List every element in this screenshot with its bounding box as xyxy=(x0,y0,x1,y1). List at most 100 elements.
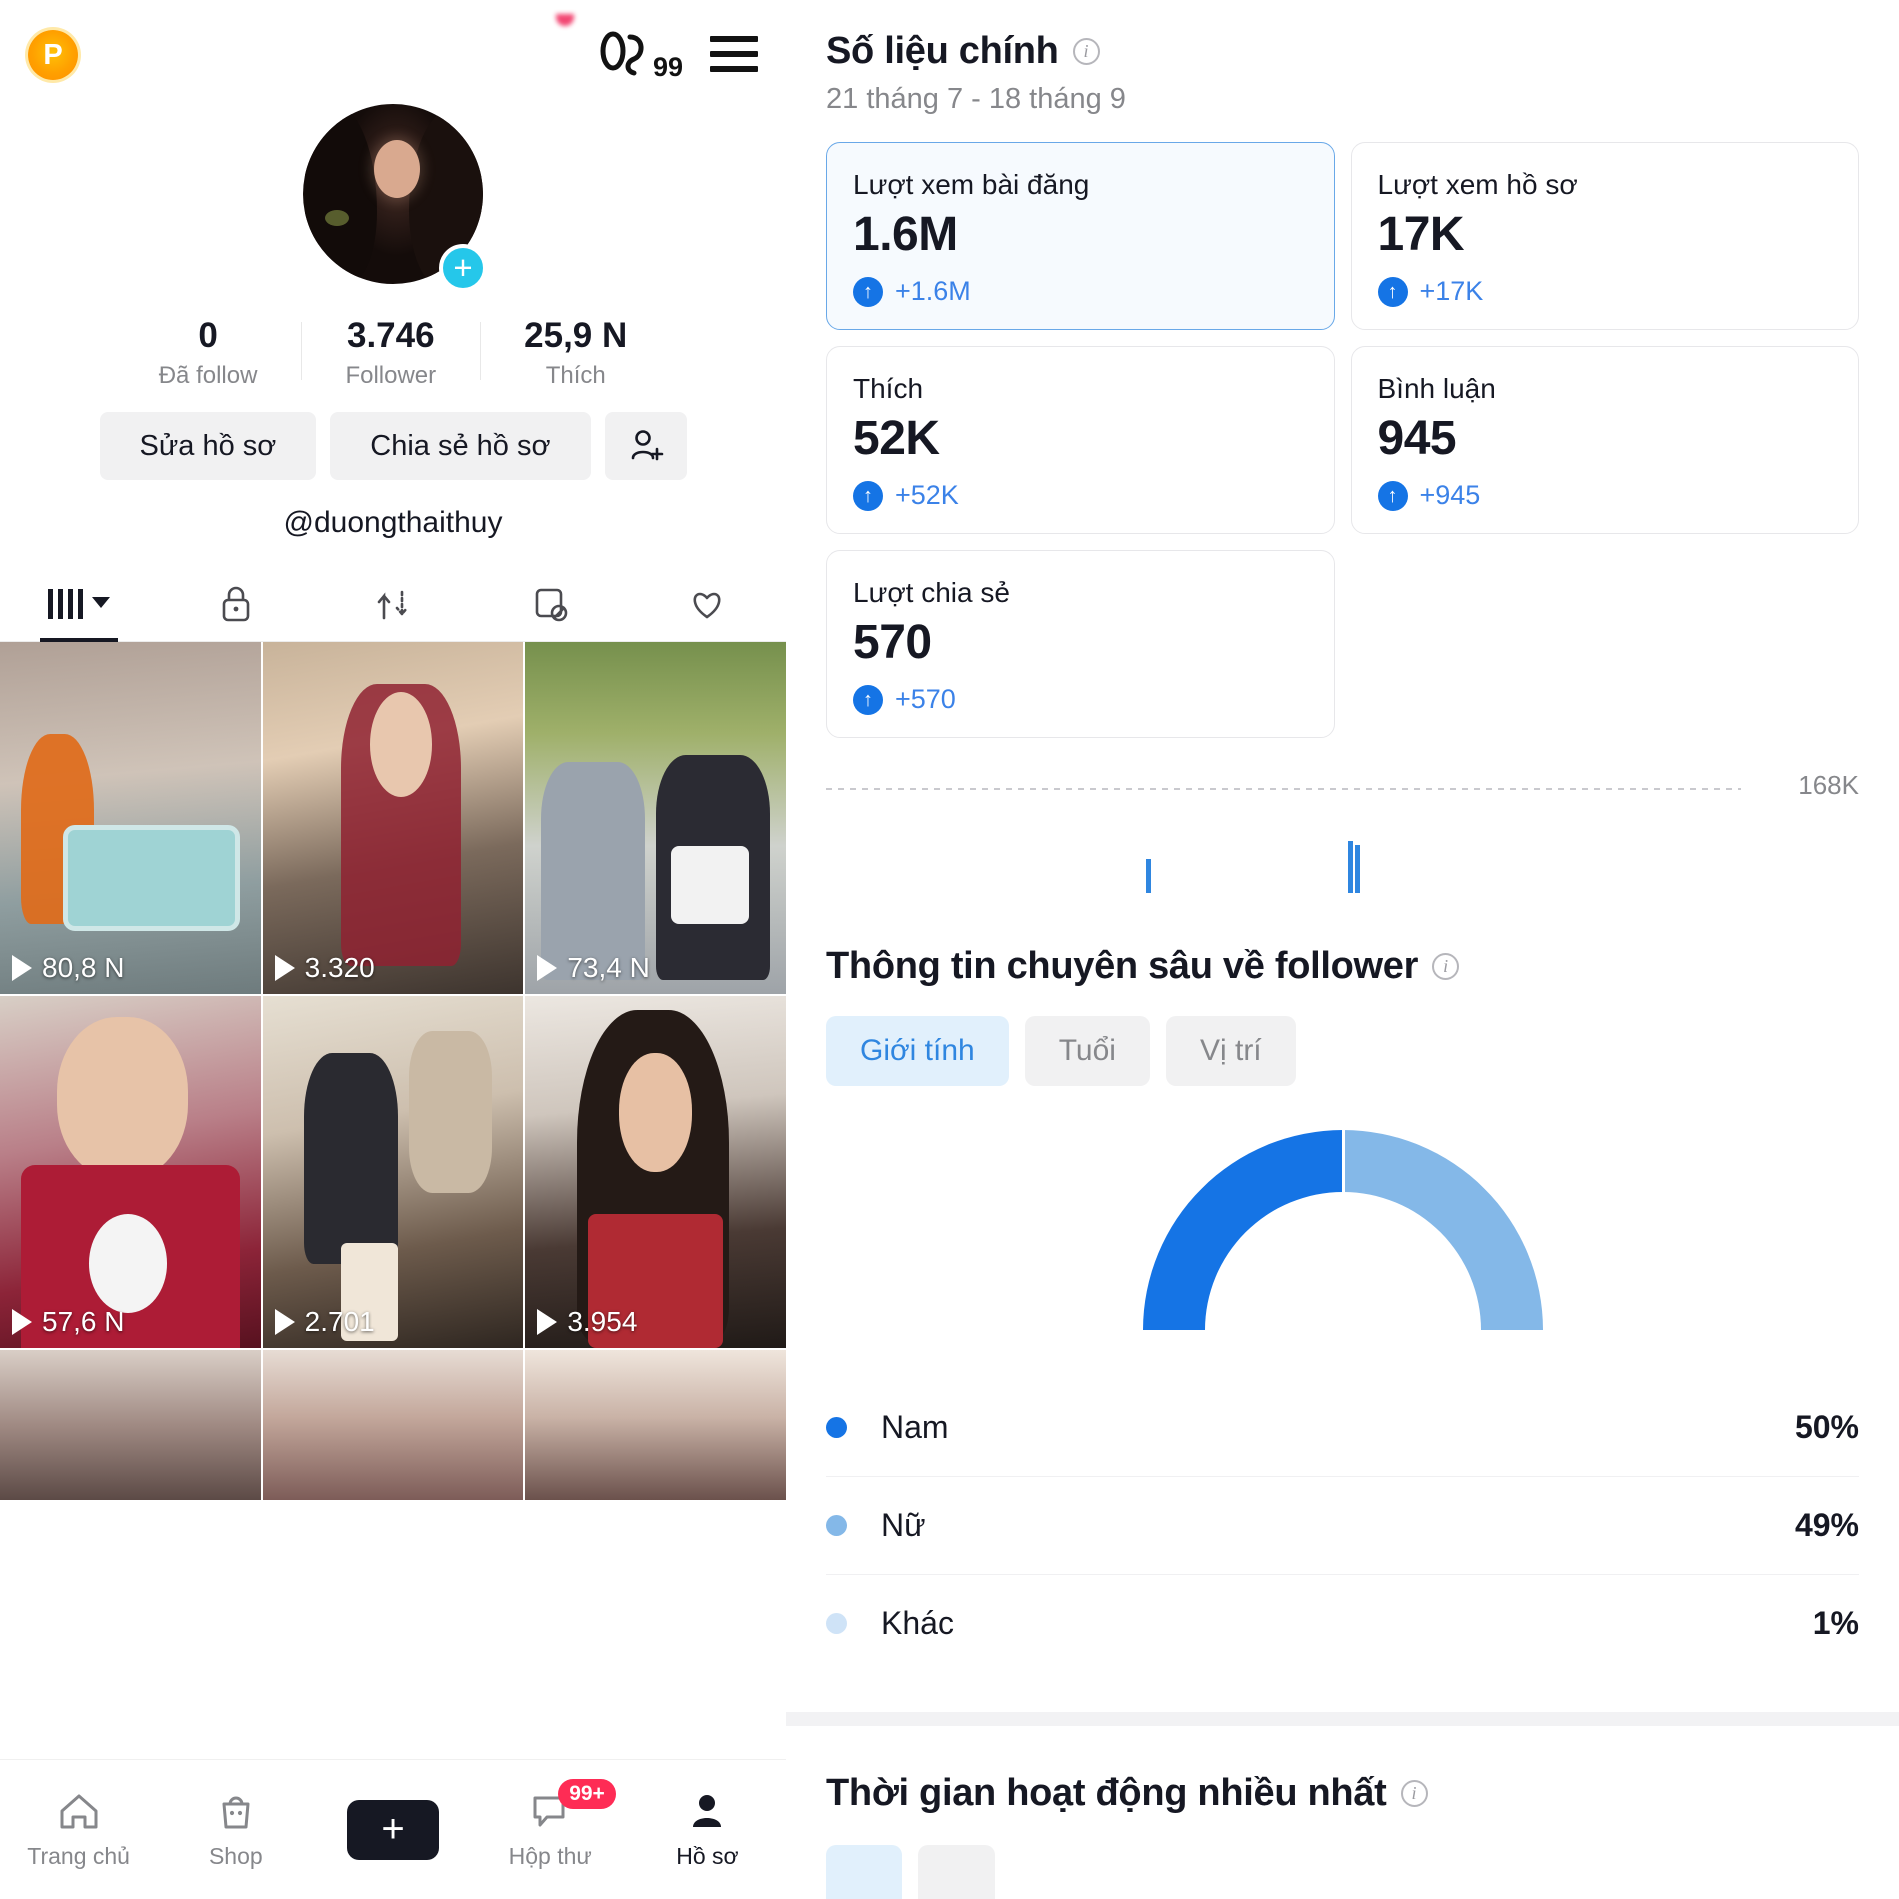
video-view-meta: 80,8 N xyxy=(12,952,125,984)
avatar-section: + xyxy=(0,104,786,292)
metric-card-comments[interactable]: Bình luận 945 ↑ +945 xyxy=(1350,346,1859,534)
legend-value: 50% xyxy=(1794,1409,1859,1445)
edit-profile-button[interactable]: Sửa hồ sơ xyxy=(99,412,317,481)
nav-item-shop[interactable]: Shop xyxy=(157,1789,314,1870)
metric-delta: ↑ +1.6M xyxy=(853,276,1308,307)
tab-reposts[interactable] xyxy=(314,566,471,641)
active-time-header: Thời gian hoạt động nhiều nhất i xyxy=(826,1772,1859,1815)
nav-item-create[interactable]: + xyxy=(314,1799,471,1860)
sparkline-max-label: 168K xyxy=(1798,770,1859,800)
tab-age[interactable]: Tuổi xyxy=(1024,1016,1150,1086)
stat-label: Thích xyxy=(545,362,606,390)
sparkline-max-gridline xyxy=(826,788,1741,790)
info-icon[interactable]: i xyxy=(1400,1780,1428,1807)
video-thumbnail[interactable] xyxy=(262,1350,524,1501)
sparkline-bar xyxy=(1355,845,1360,893)
stat-followers[interactable]: 3.746 Follower xyxy=(301,316,480,390)
tab-liked[interactable] xyxy=(629,566,786,641)
play-icon xyxy=(274,1309,295,1336)
metric-label: Thích xyxy=(853,373,924,404)
info-icon[interactable]: i xyxy=(1432,953,1460,980)
metric-value: 1.6M xyxy=(853,208,958,261)
sparkline-bar xyxy=(1146,859,1151,893)
video-thumbnail[interactable]: 2.701 xyxy=(262,996,524,1349)
home-icon xyxy=(60,1794,98,1829)
video-thumbnail[interactable]: 3.320 xyxy=(262,642,524,995)
play-icon xyxy=(12,1309,32,1336)
inbox-unread-badge: 99+ xyxy=(558,1779,616,1809)
footprint-counter[interactable]: 99 xyxy=(600,27,683,83)
metric-delta: ↑ +570 xyxy=(853,684,1308,715)
metric-label: Lượt xem hồ sơ xyxy=(1377,169,1578,200)
video-thumbnail[interactable]: 73,4 N xyxy=(525,642,786,995)
profile-person-icon xyxy=(693,1795,722,1827)
stat-likes[interactable]: 25,9 N Thích xyxy=(480,316,671,390)
stat-label: Follower xyxy=(345,362,437,390)
video-thumbnail[interactable]: 57,6 N xyxy=(0,996,261,1349)
menu-hamburger-icon[interactable] xyxy=(710,36,758,72)
video-view-count: 73,4 N xyxy=(567,952,650,984)
active-time-section: Thời gian hoạt động nhiều nhất i xyxy=(786,1726,1899,1899)
heart-icon xyxy=(693,592,721,619)
legend-label: Nam xyxy=(881,1409,949,1445)
create-plus-icon[interactable]: + xyxy=(339,1799,447,1860)
tab-gender[interactable]: Giới tính xyxy=(826,1016,1009,1086)
legend-row: Khác 1% xyxy=(826,1575,1859,1672)
video-thumbnail[interactable]: 80,8 N xyxy=(0,642,261,995)
metric-card-likes[interactable]: Thích 52K ↑ +52K xyxy=(826,346,1335,534)
follower-insights-header: Thông tin chuyên sâu về follower i xyxy=(826,945,1859,988)
metric-delta: ↑ +52K xyxy=(853,480,1308,511)
app-screen: P 99 + 0 Đã follow 3.746 Follower 25,9 N… xyxy=(0,0,1899,1899)
profile-action-buttons: Sửa hồ sơ Chia sẻ hồ sơ xyxy=(0,412,786,481)
legend-color-dot xyxy=(826,1417,847,1438)
metric-card-post-views[interactable]: Lượt xem bài đăng 1.6M ↑ +1.6M xyxy=(826,142,1335,330)
tab-day[interactable] xyxy=(918,1845,995,1899)
play-icon xyxy=(12,955,32,982)
tab-private[interactable] xyxy=(157,566,314,641)
video-thumbnail[interactable]: 3.954 xyxy=(525,996,786,1349)
metric-delta: ↑ +945 xyxy=(1377,480,1833,511)
video-view-meta: 3.954 xyxy=(537,1306,637,1338)
info-icon[interactable]: i xyxy=(1072,38,1100,65)
coin-reward-icon[interactable]: P xyxy=(28,30,78,80)
follower-insights-title: Thông tin chuyên sâu về follower xyxy=(826,945,1419,987)
analytics-panel: Số liệu chính i 21 tháng 7 - 18 tháng 9 … xyxy=(786,0,1899,1899)
tab-hidden-videos[interactable] xyxy=(472,566,629,641)
add-friend-button[interactable] xyxy=(604,412,687,481)
metric-card-grid: Lượt xem bài đăng 1.6M ↑ +1.6M Lượt xem … xyxy=(826,142,1859,738)
arrow-up-icon: ↑ xyxy=(1377,480,1408,511)
tab-location[interactable]: Vị trí xyxy=(1165,1016,1296,1086)
video-view-meta: 73,4 N xyxy=(537,952,650,984)
nav-item-profile[interactable]: Hồ sơ xyxy=(629,1789,786,1870)
nav-item-home[interactable]: Trang chủ xyxy=(0,1789,157,1870)
key-metrics-header: Số liệu chính i xyxy=(826,30,1859,73)
legend-row: Nam 50% xyxy=(826,1379,1859,1477)
tab-hour[interactable] xyxy=(826,1845,903,1899)
avatar-add-icon[interactable]: + xyxy=(439,244,487,292)
video-view-count: 3.954 xyxy=(567,1306,638,1338)
metric-card-profile-views[interactable]: Lượt xem hồ sơ 17K ↑ +17K xyxy=(1350,142,1859,330)
section-divider xyxy=(786,1712,1899,1726)
arrow-up-icon: ↑ xyxy=(1377,276,1408,307)
metric-delta-value: +1.6M xyxy=(895,276,971,306)
video-thumbnail[interactable] xyxy=(525,1350,786,1501)
share-profile-button[interactable]: Chia sẻ hồ sơ xyxy=(330,412,591,481)
arrow-up-icon: ↑ xyxy=(853,480,883,511)
stat-value: 3.746 xyxy=(346,316,435,355)
video-view-count: 57,6 N xyxy=(42,1306,125,1338)
metric-value: 945 xyxy=(1377,412,1457,465)
nav-item-inbox[interactable]: 99+ Hộp thư xyxy=(472,1779,629,1870)
active-time-title: Thời gian hoạt động nhiều nhất xyxy=(826,1772,1387,1814)
metric-delta: ↑ +17K xyxy=(1377,276,1833,307)
arrow-up-icon: ↑ xyxy=(853,684,883,715)
add-person-icon xyxy=(631,430,663,461)
metric-card-shares[interactable]: Lượt chia sẻ 570 ↑ +570 xyxy=(826,550,1335,738)
video-view-count: 80,8 N xyxy=(42,952,125,984)
notification-dot-icon xyxy=(556,14,574,26)
legend-value: 1% xyxy=(1812,1605,1859,1641)
tab-videos-grid[interactable] xyxy=(0,566,157,641)
gauge-divider xyxy=(1341,1130,1345,1194)
video-thumbnail[interactable] xyxy=(0,1350,261,1501)
video-view-count: 3.320 xyxy=(304,952,375,984)
stat-following[interactable]: 0 Đã follow xyxy=(115,316,302,390)
